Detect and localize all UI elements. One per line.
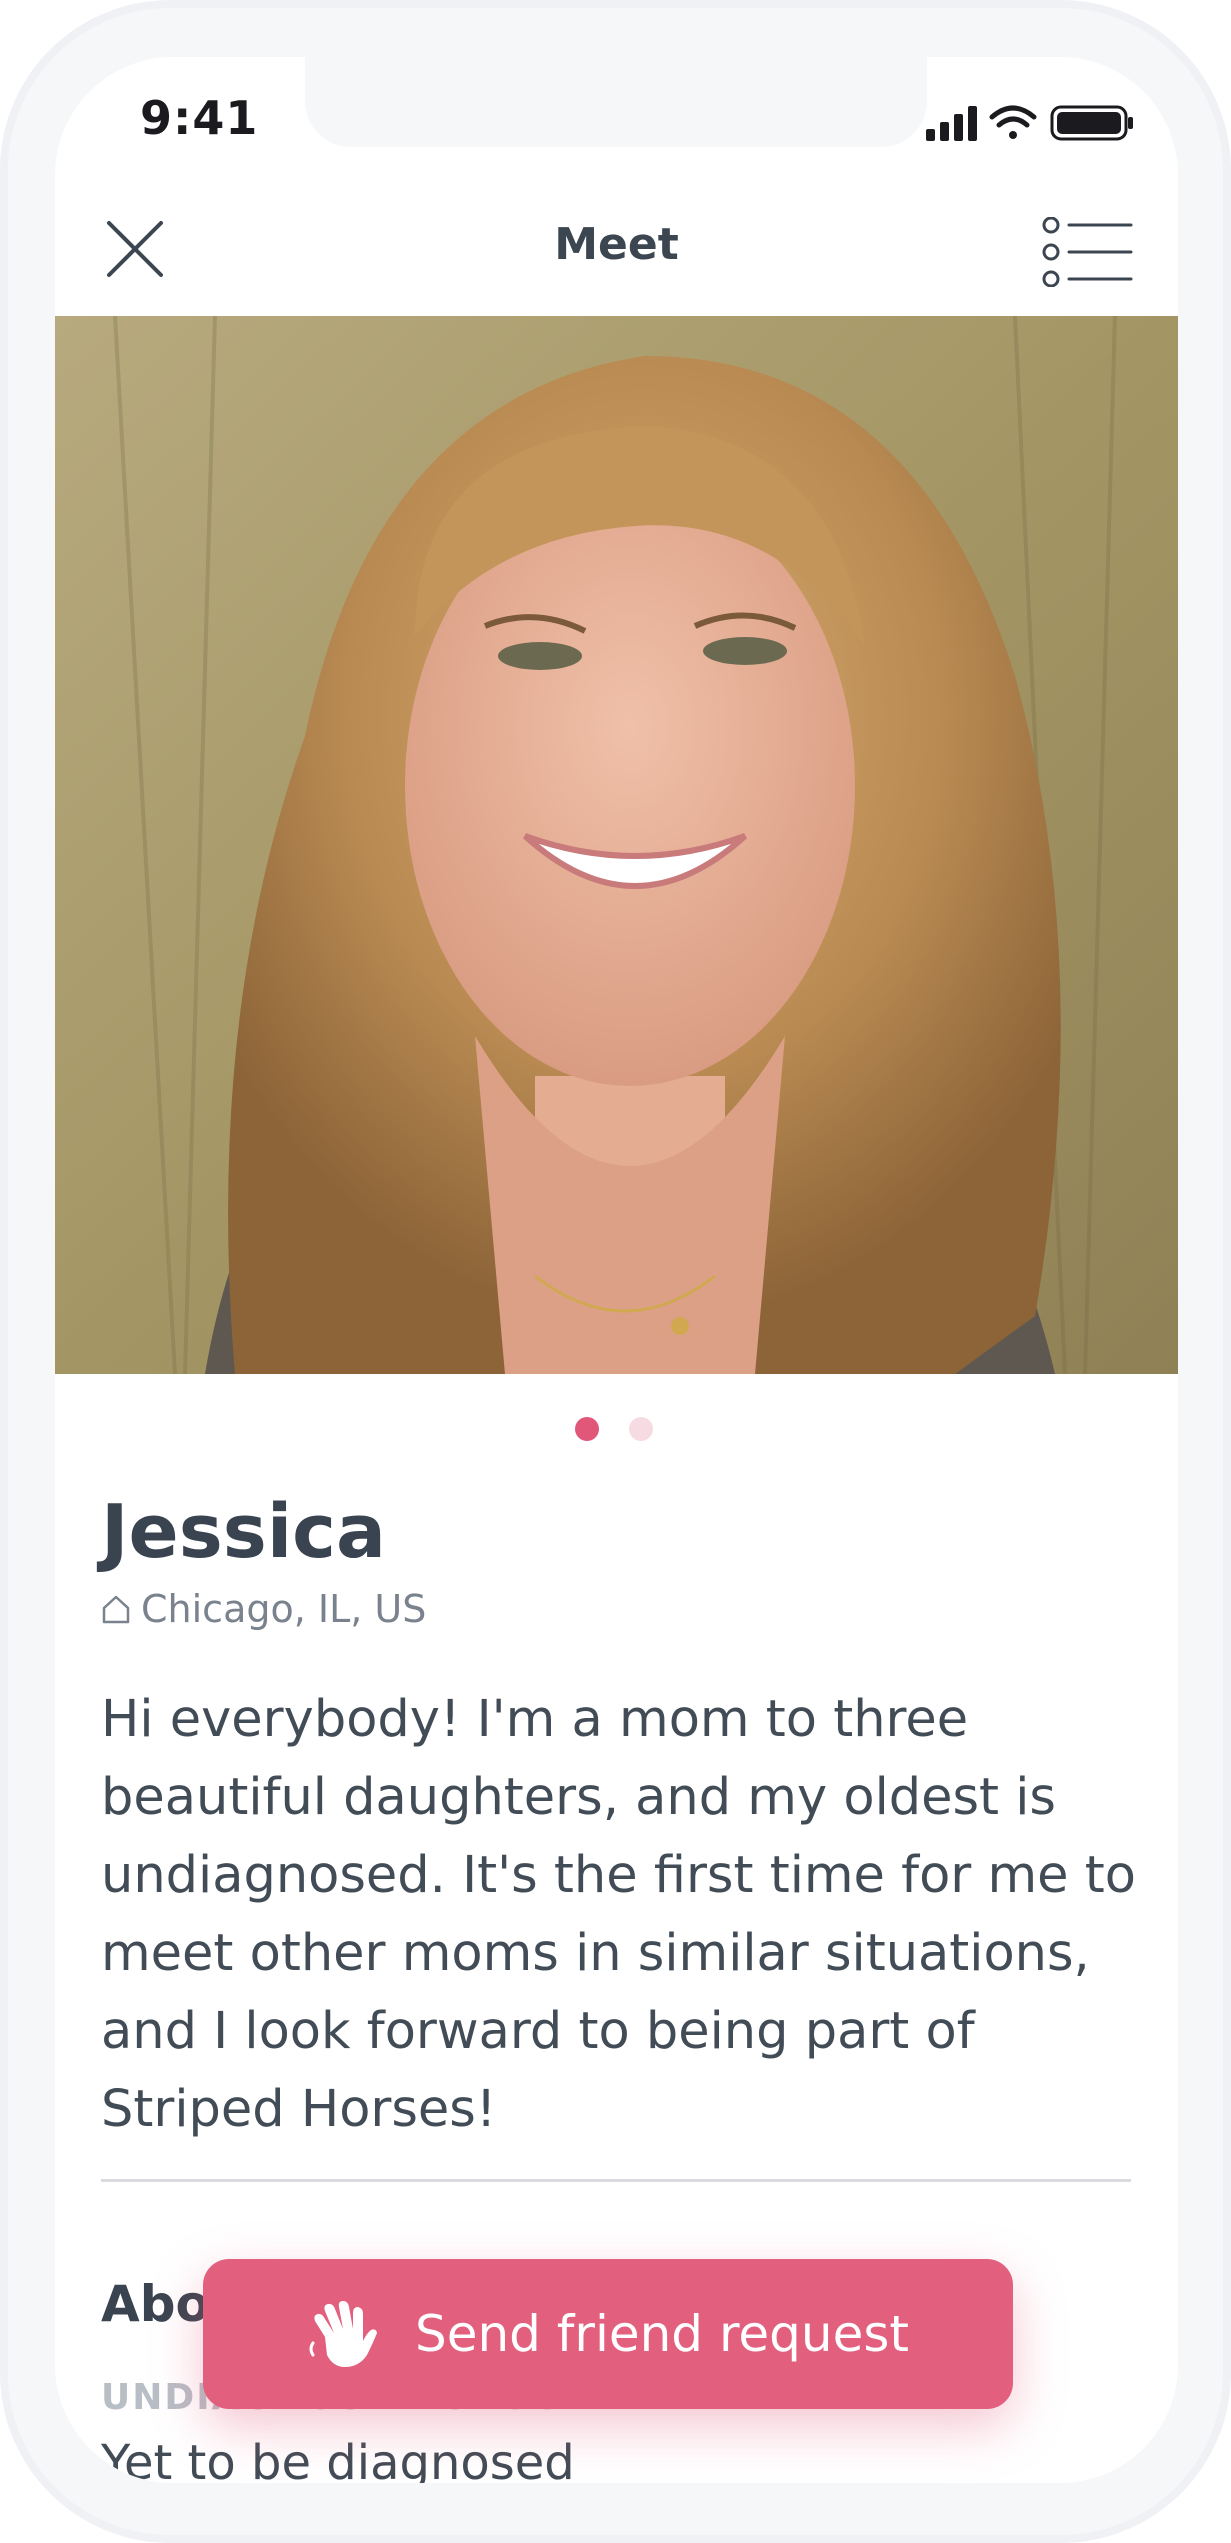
location-label: Chicago, IL, US [141,1587,427,1631]
status-time: 9:41 [140,91,259,145]
send-friend-request-label: Send friend request [414,2305,910,2363]
list-icon[interactable] [1041,217,1133,287]
signal-icon [926,106,977,141]
pagination-dot-active[interactable] [575,1417,599,1441]
group-value: Yet to be diagnosed [101,2435,575,2483]
pagination-dot[interactable] [629,1417,653,1441]
photo-pagination[interactable] [55,1417,1178,1447]
profile-bio: Hi everybody! I'm a mom to three beautif… [101,1690,1136,2139]
send-friend-request-button[interactable]: Send friend request [203,2259,1013,2409]
home-icon [102,1595,130,1624]
page-title: Meet [554,219,679,270]
waving-hand-icon [309,2301,377,2367]
profile-name: Jessica [101,1489,386,1575]
divider [101,2179,1131,2182]
profile-location: Chicago, IL, US [101,1587,426,1631]
profile-photo[interactable] [55,316,1178,1374]
status-icons [926,105,1133,141]
screen: 9:41 Meet Jessica Chicago, IL, US Hi eve… [55,57,1178,2483]
wifi-icon [989,105,1037,139]
about-heading: Abo [101,2275,210,2333]
notch [305,57,927,147]
battery-icon [1050,105,1133,141]
